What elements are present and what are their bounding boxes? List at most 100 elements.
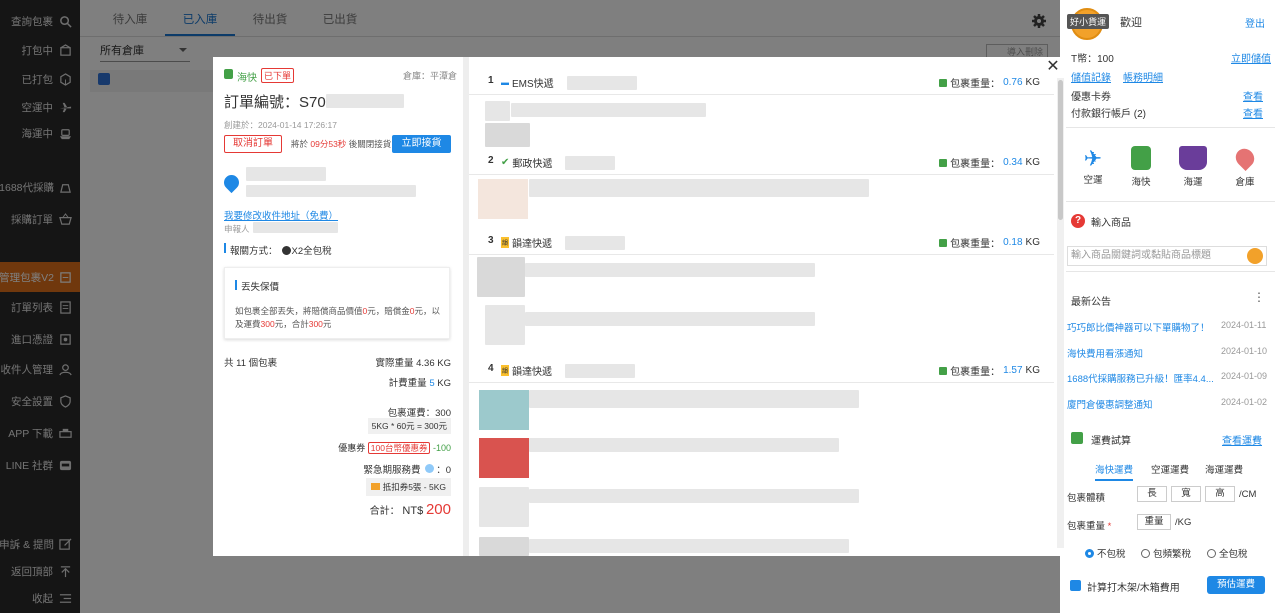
package-header: 2 ✔ 郵政快遞 包裹重量： 0.34 KG <box>469 149 1054 175</box>
carrier: 韻韻達快遞 <box>501 235 626 250</box>
product-search-input[interactable]: 輸入商品關鍵詞或黏貼商品標題 <box>1067 246 1267 266</box>
mode-sea[interactable]: 海運 <box>1173 146 1213 188</box>
ems-icon: ▬ <box>501 78 509 87</box>
section-marker <box>235 280 237 290</box>
height-input[interactable]: 高 <box>1205 486 1235 502</box>
news-date: 2024-01-11 <box>1221 320 1267 330</box>
t-coin-balance: T幣：100 <box>1071 54 1114 65</box>
product-image <box>485 101 510 121</box>
order-number: 訂單編號：S703 <box>224 94 335 111</box>
wood-checkbox[interactable] <box>1070 580 1081 591</box>
total: 合計： NT$ 200 <box>369 501 451 518</box>
tab-air-fee[interactable]: 空運運費 <box>1151 462 1189 476</box>
scrollbar-thumb[interactable] <box>1058 80 1063 220</box>
tab-sea-fee[interactable]: 海運運費 <box>1205 462 1243 476</box>
radio-icon <box>1141 548 1150 558</box>
package-list: 1 ▬ EMS快遞 包裹重量： 0.76 KG 2 ✔ 郵政快遞 包裹重量： 0.34 KG… <box>469 57 1066 556</box>
tracking-redacted <box>566 75 637 90</box>
map-pin-icon <box>1231 144 1259 172</box>
weight-input[interactable]: 重量 <box>1137 514 1171 530</box>
news-date: 2024-01-02 <box>1221 397 1268 407</box>
bank-view-link[interactable]: 查看 <box>1243 105 1263 120</box>
package-index: 1 <box>488 75 494 86</box>
help-title: 輸入商品 <box>1091 218 1131 229</box>
status-badge: 已下單 <box>261 68 295 83</box>
package-index: 4 <box>488 363 494 374</box>
coupon-label: 優惠卡券 <box>1071 92 1111 103</box>
calc-view-link[interactable]: 查看運費 <box>1222 432 1262 447</box>
cancel-order-button[interactable]: 取消訂單 <box>224 135 282 153</box>
product-image <box>479 537 529 556</box>
scale-icon <box>939 238 948 247</box>
scale-icon <box>939 366 948 375</box>
mode-warehouse[interactable]: 倉庫 <box>1225 144 1265 188</box>
address-redacted <box>246 167 326 181</box>
tracking-redacted <box>565 235 626 250</box>
location-icon <box>220 171 243 194</box>
yunda-icon: 韻 <box>501 237 510 248</box>
wood-label: 計算打木架/木箱費用 <box>1087 583 1180 594</box>
news-title: 最新公告 <box>1071 297 1111 308</box>
help-icon: ? <box>1071 214 1085 228</box>
actual-weight: 實際重量 4.36 KG <box>375 358 452 369</box>
news-item[interactable]: 巧巧郎比價神器可以下單購物了！ <box>1067 320 1217 334</box>
cargo-ship-icon <box>1179 146 1207 170</box>
coupon-view-link[interactable]: 查看 <box>1243 88 1263 103</box>
coupon-row: 優惠券 100台幣優惠券 -100 <box>338 442 451 454</box>
news-date: 2024-01-09 <box>1221 371 1268 381</box>
product-image <box>485 305 525 345</box>
mode-air[interactable]: ✈ 空運 <box>1073 146 1113 186</box>
greeting: 歡迎 <box>1120 17 1142 29</box>
package-weight: 包裹重量： 0.18 KG <box>939 235 1040 250</box>
mode-sea-express[interactable]: 海快 <box>1121 146 1161 188</box>
logout-link[interactable]: 登出 <box>1245 15 1265 30</box>
receive-now-button[interactable]: 立即接貨 <box>392 135 451 153</box>
edit-address-link[interactable]: 我要修改收件地址（免費） <box>224 208 338 222</box>
news-date: 2024-01-10 <box>1221 346 1268 356</box>
topup-history-link[interactable]: 儲值記錄 <box>1071 69 1111 84</box>
tracking-redacted <box>565 155 616 170</box>
package-count: 共 11 個包裹 <box>224 358 278 369</box>
product-image <box>479 390 529 430</box>
info-icon <box>425 464 435 473</box>
user-circle-icon <box>281 246 291 255</box>
topup-link[interactable]: 立即儲值 <box>1231 50 1271 65</box>
shipping-fee: 包裹運費：300 <box>387 408 451 419</box>
more-icon[interactable]: ⋮ <box>1253 290 1265 304</box>
package-weight: 包裹重量： 1.57 KG <box>939 363 1040 378</box>
mode-label: 海快 <box>1131 177 1151 188</box>
modal-scrollbar[interactable] <box>1057 78 1064 548</box>
search-icon[interactable] <box>1247 248 1263 264</box>
package-index: 2 <box>488 155 494 166</box>
right-panel: 好小貨運 歡迎 登出 T幣：100 立即儲值 儲值記錄 帳務明細 優惠卡券 查看… <box>1060 0 1280 613</box>
tax-option-frequent[interactable]: 包頻繁稅 <box>1141 546 1191 560</box>
calculator-icon <box>1071 432 1083 444</box>
tab-sea-express-fee[interactable]: 海快運費 <box>1095 462 1134 481</box>
package-weight: 包裹重量： 0.34 KG <box>939 155 1040 170</box>
post-icon: ✔ <box>501 157 510 168</box>
news-item[interactable]: 1688代採購服務已升級！匯率4.4... <box>1067 371 1217 385</box>
insurance-card: 丟失保價 如包裹全部丟失，將賠償商品價值0元，賠償金0元，以 及運費300元，合… <box>224 267 450 339</box>
sea-express-icon <box>224 69 233 79</box>
radio-icon <box>1085 548 1094 558</box>
charge-weight: 計費重量 5 KG <box>388 378 451 389</box>
tax-option-none[interactable]: 不包稅 <box>1085 546 1126 560</box>
insurance-line-2: 及運費300元，合計300元 <box>235 319 332 329</box>
news-item[interactable]: 廈門倉優惠調整通知 <box>1067 397 1217 411</box>
length-input[interactable]: 長 <box>1137 486 1167 502</box>
scale-icon <box>939 158 948 167</box>
ship-icon <box>1131 146 1151 170</box>
mode-label: 倉庫 <box>1235 177 1255 188</box>
news-item[interactable]: 海快費用看漲通知 <box>1067 346 1217 360</box>
created-time: 創建於：2024-01-14 17:26:17 <box>224 120 337 130</box>
tracking-redacted <box>565 363 636 378</box>
estimate-button[interactable]: 預估運費 <box>1207 576 1265 594</box>
width-input[interactable]: 寬 <box>1171 486 1201 502</box>
carrier: 韻韻達快遞 <box>501 363 636 378</box>
bank-label: 付款銀行帳戶 (2) <box>1071 109 1146 120</box>
tax-option-full[interactable]: 全包稅 <box>1207 546 1248 560</box>
package-header: 1 ▬ EMS快遞 包裹重量： 0.76 KG <box>469 69 1054 95</box>
account-detail-link[interactable]: 帳務明細 <box>1123 69 1163 84</box>
close-icon[interactable]: ✕ <box>1046 59 1060 75</box>
weight-label: 包裹重量 * <box>1067 521 1112 532</box>
